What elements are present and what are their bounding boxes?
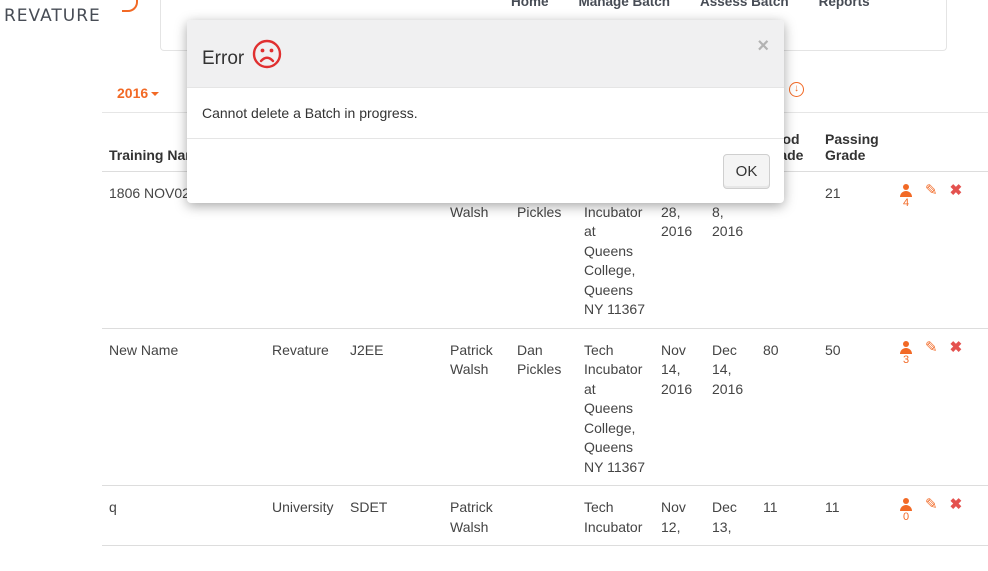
ok-button[interactable]: OK [723,154,770,189]
error-modal: Error × Cannot delete a Batch in progres… [187,20,784,203]
sad-face-icon [253,39,282,69]
modal-message: Cannot delete a Batch in progress. [187,88,784,139]
modal-title-text: Error [202,48,245,69]
modal-header: Error × [187,20,784,88]
close-button[interactable]: × [757,36,769,56]
modal-footer: OK [187,139,784,203]
modal-title: Error [202,39,282,70]
